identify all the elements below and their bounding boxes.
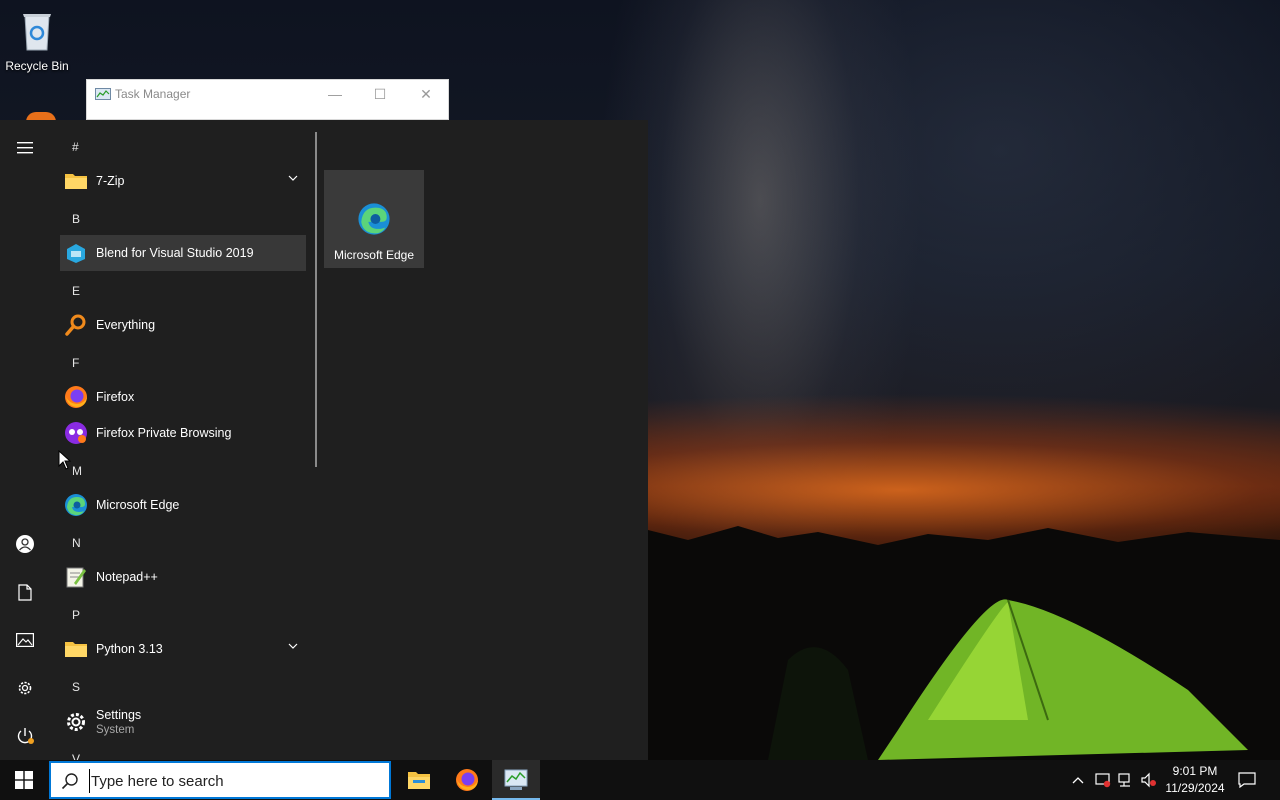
volume-muted-icon [1141, 772, 1156, 788]
folder-icon [65, 174, 87, 189]
app-item-settings[interactable]: Settings System [60, 703, 306, 741]
documents-button[interactable] [0, 572, 50, 612]
recycle-bin-icon [23, 14, 51, 51]
chevron-up-icon [1072, 777, 1084, 784]
task-manager-window[interactable]: Task Manager — ☐ ✕ [86, 79, 449, 120]
firefox-private-icon [65, 422, 87, 444]
task-manager-icon [95, 88, 111, 100]
hamburger-menu-icon [17, 142, 33, 154]
taskbar-file-explorer[interactable] [395, 760, 443, 800]
settings-gear-icon [18, 681, 32, 695]
section-header-b[interactable]: B [72, 212, 80, 226]
tray-network-button[interactable] [1116, 770, 1136, 790]
app-item-firefox[interactable]: Firefox [60, 379, 306, 415]
notepadpp-icon [66, 567, 86, 588]
section-header-v[interactable]: V [72, 752, 80, 760]
windows-logo-icon [15, 771, 33, 789]
edge-icon [358, 203, 390, 235]
task-manager-icon [504, 769, 528, 790]
app-item-notepadpp[interactable]: Notepad++ [60, 559, 306, 595]
task-manager-title: Task Manager [115, 87, 191, 101]
user-account-icon [16, 535, 34, 553]
start-rail [0, 120, 50, 760]
start-button[interactable] [0, 760, 48, 800]
chevron-down-icon [288, 643, 298, 649]
chevron-down-icon [288, 175, 298, 181]
section-header-s[interactable]: S [72, 680, 80, 694]
search-input[interactable] [89, 769, 379, 793]
edge-icon [65, 494, 87, 516]
start-menu: # 7-Zip B Blend for Visual Studio 2019 E… [0, 120, 648, 760]
clock-time: 9:01 PM [1172, 764, 1218, 778]
expand-menu-button[interactable] [0, 128, 50, 168]
tray-volume-button[interactable] [1139, 770, 1159, 790]
power-button[interactable] [0, 716, 50, 756]
section-header-e[interactable]: E [72, 284, 80, 298]
notification-icon [1238, 772, 1256, 788]
recycle-bin-shortcut[interactable]: Recycle Bin [4, 8, 70, 73]
app-item-everything[interactable]: Everything [60, 307, 306, 343]
wallpaper-mountains [648, 526, 1280, 760]
settings-button[interactable] [0, 668, 50, 708]
everything-search-icon [65, 314, 86, 336]
close-button[interactable]: ✕ [403, 80, 449, 108]
app-list-scrollbar[interactable] [315, 132, 317, 467]
taskbar-firefox[interactable] [443, 760, 491, 800]
pictures-button[interactable] [0, 620, 50, 660]
app-item-7zip[interactable]: 7-Zip [60, 163, 306, 199]
taskbar-clock[interactable]: 9:01 PM 11/29/2024 [1160, 763, 1230, 797]
pinned-tile-label: Microsoft Edge [333, 248, 415, 262]
app-list: # 7-Zip B Blend for Visual Studio 2019 E… [60, 120, 310, 760]
section-header-n[interactable]: N [72, 536, 81, 550]
network-icon [1118, 773, 1130, 787]
pinned-tile-edge[interactable]: Microsoft Edge [324, 170, 424, 268]
taskbar-search-box[interactable] [49, 761, 391, 799]
clock-date: 11/29/2024 [1165, 781, 1225, 795]
folder-icon [65, 642, 87, 657]
recycle-bin-label: Recycle Bin [5, 59, 69, 73]
section-header-p[interactable]: P [72, 608, 80, 622]
show-hidden-icons-button[interactable] [1068, 770, 1088, 790]
section-header-f[interactable]: F [72, 356, 79, 370]
gear-icon [67, 713, 85, 731]
user-account-button[interactable] [0, 524, 50, 564]
app-item-python[interactable]: Python 3.13 [60, 631, 306, 667]
app-item-blend[interactable]: Blend for Visual Studio 2019 [60, 235, 306, 271]
app-item-edge[interactable]: Microsoft Edge [60, 487, 306, 523]
documents-icon [18, 583, 32, 601]
firefox-icon [456, 769, 478, 791]
settings-label: Settings [96, 708, 142, 722]
taskbar-task-manager[interactable] [492, 760, 540, 800]
tray-security-icon-button[interactable] [1093, 770, 1113, 790]
taskbar: 9:01 PM 11/29/2024 [0, 760, 1280, 800]
firefox-icon [65, 386, 87, 408]
section-header-m[interactable]: M [72, 464, 82, 478]
app-item-firefox-private[interactable]: Firefox Private Browsing [60, 415, 306, 451]
mouse-cursor-icon [58, 450, 72, 470]
maximize-button[interactable]: ☐ [357, 80, 403, 108]
minimize-button[interactable]: — [312, 80, 358, 108]
search-icon [61, 773, 78, 790]
section-header-hash[interactable]: # [72, 140, 79, 154]
pictures-icon [16, 633, 34, 647]
file-explorer-icon [408, 772, 430, 789]
settings-sublabel: System [96, 724, 135, 736]
action-center-button[interactable] [1237, 770, 1257, 790]
blend-icon [67, 244, 85, 263]
security-center-icon [1095, 773, 1111, 788]
power-icon [17, 728, 34, 744]
